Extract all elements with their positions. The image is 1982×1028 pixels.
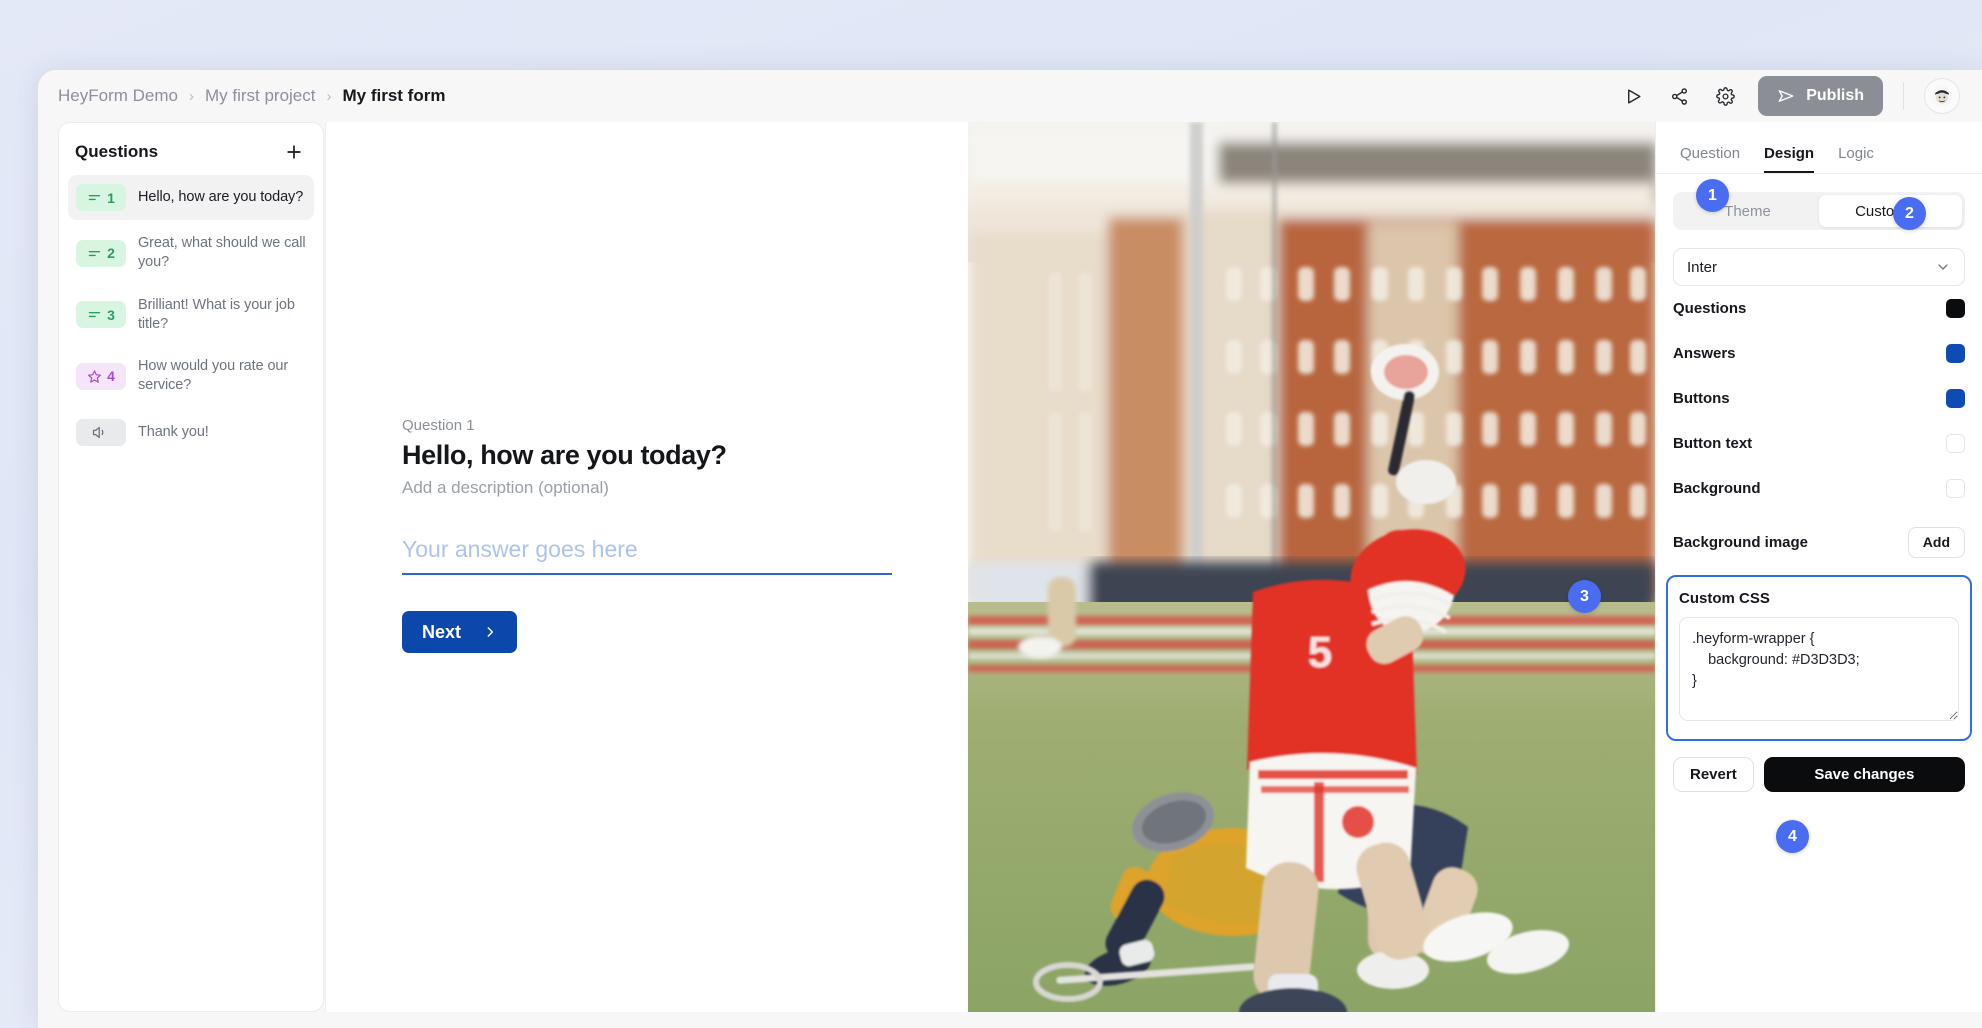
user-avatar-icon	[1931, 85, 1953, 107]
sidebar-item-question-3[interactable]: 3 Brilliant! What is your job title?	[68, 287, 314, 344]
page-title[interactable]: Hello, how are you today?	[402, 440, 892, 471]
breadcrumb-item-form[interactable]: My first form	[343, 86, 446, 106]
design-panel-footer: Revert Save changes	[1673, 757, 1965, 792]
form-canvas: Question 1 Hello, how are you today? Add…	[326, 122, 968, 1012]
custom-css-label: Custom CSS	[1679, 590, 1959, 607]
color-swatch-buttons[interactable]	[1946, 389, 1965, 408]
breadcrumb-separator-icon: ›	[327, 88, 332, 105]
play-icon[interactable]	[1620, 83, 1646, 109]
sidebar-item-label: Thank you!	[138, 423, 209, 442]
color-option-label: Buttons	[1673, 390, 1730, 407]
next-button-label: Next	[422, 622, 461, 643]
share-icon[interactable]	[1666, 83, 1692, 109]
star-icon: 4	[76, 363, 126, 390]
color-swatch-background[interactable]	[1946, 479, 1965, 498]
form-question-block: Question 1 Hello, how are you today? Add…	[402, 417, 892, 653]
question-description[interactable]: Add a description (optional)	[402, 478, 892, 498]
segment-customize[interactable]: Customize	[1819, 195, 1962, 227]
sidebar-item-question-4[interactable]: 4 How would you rate our service?	[68, 348, 314, 405]
sidebar-item-label: Brilliant! What is your job title?	[138, 296, 306, 335]
sidebar-item-question-2[interactable]: 2 Great, what should we call you?	[68, 225, 314, 282]
background-image-label: Background image	[1673, 534, 1808, 551]
custom-css-textarea[interactable]	[1679, 617, 1959, 721]
question-number: 3	[107, 307, 115, 323]
publish-button-label: Publish	[1806, 87, 1864, 105]
chevron-right-icon	[483, 625, 497, 639]
next-button[interactable]: Next	[402, 611, 517, 653]
color-option-buttons: Buttons	[1673, 376, 1965, 421]
color-swatch-button-text[interactable]	[1946, 434, 1965, 453]
top-bar-actions: Publish	[1620, 76, 1960, 116]
save-changes-button[interactable]: Save changes	[1764, 757, 1965, 792]
announcement-icon	[76, 419, 126, 446]
font-family-select[interactable]: Inter	[1673, 248, 1965, 286]
questions-title: Questions	[75, 142, 158, 162]
callout-badge-1: 1	[1696, 179, 1729, 212]
gear-icon[interactable]	[1712, 83, 1738, 109]
callout-badge-3: 3	[1568, 580, 1601, 613]
question-index-label: Question 1	[402, 417, 892, 434]
publish-button[interactable]: Publish	[1758, 76, 1883, 116]
svg-text:5: 5	[1307, 628, 1331, 677]
top-bar: HeyForm Demo › My first project › My fir…	[38, 70, 1982, 122]
callout-badge-2: 2	[1893, 197, 1926, 230]
tab-question[interactable]: Question	[1680, 145, 1740, 173]
tab-design[interactable]: Design	[1764, 145, 1814, 173]
short-text-icon: 1	[76, 184, 126, 211]
breadcrumb-item-workspace[interactable]: HeyForm Demo	[58, 86, 178, 106]
form-preview-panel: Question 1 Hello, how are you today? Add…	[325, 122, 1655, 1012]
sidebar-item-label: Hello, how are you today?	[138, 188, 303, 207]
tab-logic[interactable]: Logic	[1838, 145, 1874, 173]
background-image-row: Background image Add	[1673, 523, 1965, 561]
color-option-label: Background	[1673, 480, 1761, 497]
app-window: HeyForm Demo › My first project › My fir…	[38, 70, 1982, 1028]
avatar[interactable]	[1924, 78, 1960, 114]
send-icon	[1777, 87, 1795, 105]
add-background-image-button[interactable]: Add	[1908, 527, 1965, 558]
sidebar-item-label: How would you rate our service?	[138, 357, 306, 396]
short-text-icon: 2	[76, 240, 126, 267]
chevron-down-icon	[1935, 259, 1951, 275]
color-option-label: Button text	[1673, 435, 1752, 452]
lacrosse-photo-illustration: 5	[968, 122, 1655, 1012]
answer-field-wrapper	[402, 536, 892, 575]
sidebar-item-question-1[interactable]: 1 Hello, how are you today?	[68, 175, 314, 220]
question-number: 4	[107, 368, 115, 384]
answer-input[interactable]	[402, 536, 892, 575]
breadcrumb-separator-icon: ›	[189, 88, 194, 105]
toolbar-divider	[1903, 82, 1904, 110]
question-number: 1	[107, 190, 115, 206]
color-swatch-questions[interactable]	[1946, 299, 1965, 318]
color-option-answers: Answers	[1673, 331, 1965, 376]
color-option-background: Background	[1673, 466, 1965, 511]
design-panel: Question Design Logic Theme Customize In…	[1655, 122, 1982, 1012]
plus-icon[interactable]	[281, 139, 307, 165]
color-option-label: Questions	[1673, 300, 1746, 317]
short-text-icon: 3	[76, 301, 126, 328]
color-option-label: Answers	[1673, 345, 1736, 362]
custom-css-section: Custom CSS	[1666, 575, 1972, 741]
color-option-button-text: Button text	[1673, 421, 1965, 466]
revert-button[interactable]: Revert	[1673, 757, 1754, 792]
sidebar-item-label: Great, what should we call you?	[138, 234, 306, 273]
form-background-photo: 5	[968, 122, 1655, 1012]
breadcrumb-item-project[interactable]: My first project	[205, 86, 316, 106]
panel-tabs: Question Design Logic	[1656, 122, 1982, 174]
sidebar-item-thank-you[interactable]: Thank you!	[68, 410, 314, 455]
color-option-questions: Questions	[1673, 286, 1965, 331]
breadcrumb: HeyForm Demo › My first project › My fir…	[58, 86, 445, 106]
font-family-value: Inter	[1687, 259, 1717, 276]
color-swatch-answers[interactable]	[1946, 344, 1965, 363]
question-number: 2	[107, 245, 115, 261]
callout-badge-4: 4	[1776, 820, 1809, 853]
questions-header: Questions	[59, 123, 323, 175]
questions-sidebar: Questions 1 Hello, how are you today? 2 …	[58, 122, 324, 1012]
